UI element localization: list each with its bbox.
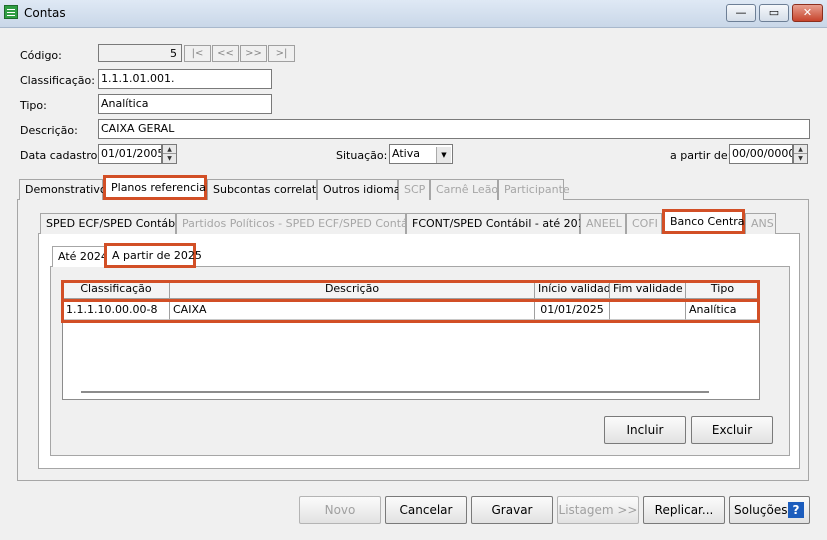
solucoes-button[interactable]: Soluções ?	[729, 496, 810, 524]
codigo-field: 5	[98, 44, 182, 62]
tab-outros-idiomas[interactable]: Outros idiomas	[317, 179, 406, 200]
cancelar-button[interactable]: Cancelar	[385, 496, 467, 524]
subtab-cofi[interactable]: COFI	[626, 213, 662, 234]
tipo-label: Tipo:	[20, 99, 47, 112]
solucoes-label: Soluções	[734, 503, 788, 517]
data-cadastro-field[interactable]: 01/01/2005	[98, 144, 162, 164]
subtab-sped-ecf[interactable]: SPED ECF/SPED Contábil	[40, 213, 181, 234]
incluir-button[interactable]: Incluir	[604, 416, 686, 444]
row-highlight	[61, 299, 760, 323]
chevron-down-icon: ▼	[436, 147, 451, 163]
tab-subcontas-correlatas[interactable]: Subcontas correlatas	[207, 179, 329, 200]
window-title: Contas	[24, 6, 66, 20]
gravar-button[interactable]: Gravar	[471, 496, 553, 524]
novo-button[interactable]: Novo	[299, 496, 381, 524]
descricao-field[interactable]: CAIXA GERAL	[98, 119, 810, 139]
excluir-button[interactable]: Excluir	[691, 416, 773, 444]
app-icon	[4, 5, 18, 19]
minimize-button[interactable]: —	[726, 4, 756, 22]
tab-planos-referenciais[interactable]: Planos referenciais	[103, 175, 215, 200]
maximize-button[interactable]: ▭	[759, 4, 789, 22]
descricao-label: Descrição:	[20, 124, 78, 137]
tab-demonstrativos[interactable]: Demonstrativos	[19, 179, 112, 200]
next-record-button[interactable]: >>	[240, 45, 267, 62]
a-partir-spinner[interactable]: ▲ ▼	[793, 144, 808, 164]
subtab-ans[interactable]: ANS	[745, 213, 776, 234]
tab-a-partir-2025[interactable]: A partir de 2025	[104, 243, 202, 268]
tab-participante[interactable]: Participante	[498, 179, 570, 200]
a-partir-field[interactable]: 00/00/0000	[729, 144, 793, 164]
a-partir-label: a partir de:	[670, 149, 732, 162]
situacao-label: Situação:	[336, 149, 388, 162]
close-button[interactable]: ✕	[792, 4, 823, 22]
help-icon: ?	[788, 502, 804, 518]
tipo-field[interactable]: Analítica	[98, 94, 272, 114]
tab-scp[interactable]: SCP	[398, 179, 430, 200]
situacao-value: Ativa	[392, 147, 420, 160]
data-cadastro-label: Data cadastro:	[20, 149, 102, 162]
prev-record-button[interactable]: <<	[212, 45, 239, 62]
codigo-label: Código:	[20, 49, 62, 62]
listagem-button[interactable]: Listagem >>	[557, 496, 639, 524]
subtab-partidos-politicos[interactable]: Partidos Políticos - SPED ECF/SPED Contá…	[176, 213, 406, 234]
data-cadastro-spinner[interactable]: ▲ ▼	[162, 144, 177, 164]
last-record-button[interactable]: >|	[268, 45, 295, 62]
classificacao-label: Classificação:	[20, 74, 95, 87]
subtab-fcont[interactable]: FCONT/SPED Contábil - até 2013	[406, 213, 592, 234]
situacao-select[interactable]: Ativa ▼	[389, 144, 453, 164]
subtab-banco-central[interactable]: Banco Central	[662, 209, 748, 234]
tab-ate-2024[interactable]: Até 2024	[52, 246, 108, 267]
subtab-aneel[interactable]: ANEEL	[580, 213, 626, 234]
first-record-button[interactable]: |<	[184, 45, 211, 62]
title-bar: Contas — ▭ ✕	[0, 0, 827, 28]
classificacao-field[interactable]: 1.1.1.01.001.	[98, 69, 272, 89]
replicar-button[interactable]: Replicar...	[643, 496, 725, 524]
tab-carne-leao[interactable]: Carnê Leão	[430, 179, 498, 200]
horizontal-scrollbar[interactable]	[81, 391, 709, 393]
